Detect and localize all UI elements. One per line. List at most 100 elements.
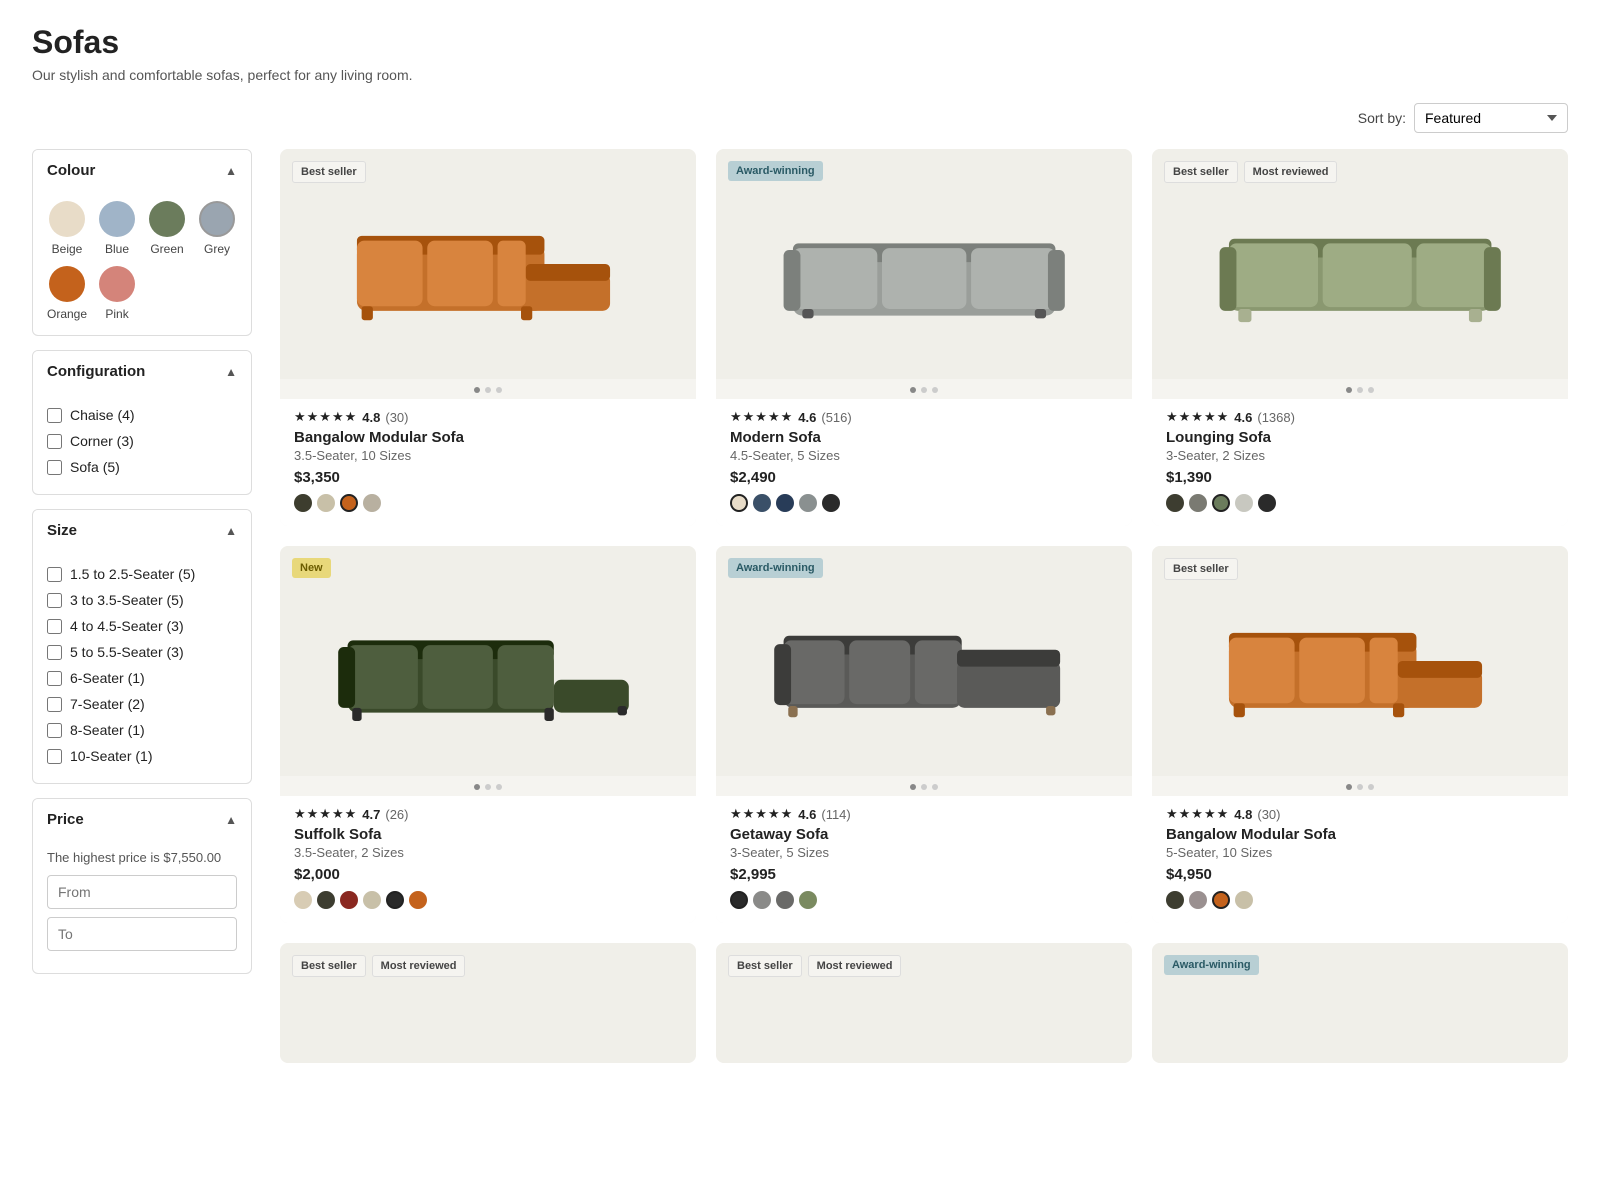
- carousel-dot-2[interactable]: [932, 784, 938, 790]
- carousel-dot-0[interactable]: [474, 784, 480, 790]
- color-option-2[interactable]: [776, 494, 794, 512]
- color-option-2[interactable]: [340, 494, 358, 512]
- badge-award: Award-winning: [728, 161, 823, 181]
- size-checkbox[interactable]: [47, 567, 62, 582]
- color-option-1[interactable]: [1189, 891, 1207, 909]
- page-header: Sofas Our stylish and comfortable sofas,…: [32, 24, 1568, 83]
- sort-select[interactable]: Featured Price: Low to High Price: High …: [1414, 103, 1568, 133]
- product-card-4[interactable]: Award-winning ★★★★★ 4.6 (114) Getaway So…: [716, 546, 1132, 923]
- color-option-3[interactable]: [363, 891, 381, 909]
- product-badge: Best seller Most reviewed: [292, 955, 465, 977]
- product-card-placeholder-2[interactable]: Best seller Most reviewed: [716, 943, 1132, 1063]
- carousel-dot-0[interactable]: [1346, 784, 1352, 790]
- carousel-dot-2[interactable]: [932, 387, 938, 393]
- color-option-0[interactable]: [294, 494, 312, 512]
- price-to-input[interactable]: [47, 917, 237, 951]
- color-option-2[interactable]: [1212, 891, 1230, 909]
- carousel-dot-1[interactable]: [485, 784, 491, 790]
- size-option[interactable]: 10-Seater (1): [47, 743, 237, 769]
- color-option-4[interactable]: [822, 494, 840, 512]
- color-option-3[interactable]: [1235, 891, 1253, 909]
- color-options-4: [730, 891, 1118, 909]
- color-option-5[interactable]: [409, 891, 427, 909]
- color-option-1[interactable]: [753, 891, 771, 909]
- color-option-0[interactable]: [730, 891, 748, 909]
- color-option-1[interactable]: [317, 494, 335, 512]
- carousel-dot-2[interactable]: [1368, 784, 1374, 790]
- carousel-dot-1[interactable]: [1357, 784, 1363, 790]
- product-card-5[interactable]: Best seller ★★★★★ 4.8 (30) Bangalow Modu…: [1152, 546, 1568, 923]
- carousel-dot-2[interactable]: [1368, 387, 1374, 393]
- price-filter-header[interactable]: Price ▲: [33, 799, 251, 840]
- size-checkbox[interactable]: [47, 723, 62, 738]
- carousel-dot-2[interactable]: [496, 387, 502, 393]
- colour-option-orange[interactable]: Orange: [47, 266, 87, 321]
- config-option[interactable]: Sofa (5): [47, 454, 237, 480]
- color-option-1[interactable]: [1189, 494, 1207, 512]
- colour-filter-header[interactable]: Colour ▲: [33, 150, 251, 191]
- carousel-dot-1[interactable]: [921, 387, 927, 393]
- price-from-input[interactable]: [47, 875, 237, 909]
- color-option-3[interactable]: [1235, 494, 1253, 512]
- color-option-0[interactable]: [1166, 891, 1184, 909]
- product-card-0[interactable]: Best seller ★★★★★ 4.8 (30) Bangalow Modu…: [280, 149, 696, 526]
- configuration-filter-header[interactable]: Configuration ▲: [33, 351, 251, 392]
- product-card-placeholder-1[interactable]: Best seller Most reviewed: [280, 943, 696, 1063]
- carousel-dot-1[interactable]: [1357, 387, 1363, 393]
- color-option-3[interactable]: [799, 891, 817, 909]
- badge-bestseller: Best seller: [728, 955, 802, 977]
- carousel-dot-0[interactable]: [910, 387, 916, 393]
- product-image-area-0: Best seller: [280, 149, 696, 379]
- carousel-dot-1[interactable]: [485, 387, 491, 393]
- carousel-dot-0[interactable]: [474, 387, 480, 393]
- color-option-1[interactable]: [317, 891, 335, 909]
- product-card-placeholder-3[interactable]: Award-winning: [1152, 943, 1568, 1063]
- size-filter-header[interactable]: Size ▲: [33, 510, 251, 551]
- config-option[interactable]: Chaise (4): [47, 402, 237, 428]
- color-option-0[interactable]: [730, 494, 748, 512]
- colour-label: Green: [150, 242, 183, 256]
- size-option[interactable]: 6-Seater (1): [47, 665, 237, 691]
- color-option-3[interactable]: [799, 494, 817, 512]
- size-option[interactable]: 1.5 to 2.5-Seater (5): [47, 561, 237, 587]
- color-option-4[interactable]: [1258, 494, 1276, 512]
- size-option[interactable]: 4 to 4.5-Seater (3): [47, 613, 237, 639]
- size-option[interactable]: 3 to 3.5-Seater (5): [47, 587, 237, 613]
- carousel-dot-0[interactable]: [1346, 387, 1352, 393]
- carousel-dot-1[interactable]: [921, 784, 927, 790]
- config-checkbox[interactable]: [47, 460, 62, 475]
- color-option-1[interactable]: [753, 494, 771, 512]
- config-checkbox[interactable]: [47, 408, 62, 423]
- size-checkbox[interactable]: [47, 645, 62, 660]
- product-card-1[interactable]: Award-winning ★★★★★ 4.6 (516) Modern Sof…: [716, 149, 1132, 526]
- colour-option-grey[interactable]: Grey: [197, 201, 237, 256]
- colour-option-beige[interactable]: Beige: [47, 201, 87, 256]
- size-option[interactable]: 5 to 5.5-Seater (3): [47, 639, 237, 665]
- color-option-2[interactable]: [776, 891, 794, 909]
- product-card-3[interactable]: New ★★★★★ 4.7 (26) Suffolk Sofa 3.5-Seat…: [280, 546, 696, 923]
- colour-option-blue[interactable]: Blue: [97, 201, 137, 256]
- size-checkbox[interactable]: [47, 697, 62, 712]
- color-option-3[interactable]: [363, 494, 381, 512]
- product-rating-0: ★★★★★ 4.8 (30): [294, 409, 682, 425]
- color-option-0[interactable]: [1166, 494, 1184, 512]
- color-option-4[interactable]: [386, 891, 404, 909]
- color-option-0[interactable]: [294, 891, 312, 909]
- size-checkbox[interactable]: [47, 593, 62, 608]
- stars-0: ★★★★★: [294, 409, 357, 425]
- color-option-2[interactable]: [1212, 494, 1230, 512]
- colour-option-green[interactable]: Green: [147, 201, 187, 256]
- size-option[interactable]: 8-Seater (1): [47, 717, 237, 743]
- config-option[interactable]: Corner (3): [47, 428, 237, 454]
- size-checkbox[interactable]: [47, 619, 62, 634]
- product-card-2[interactable]: Best sellerMost reviewed ★★★★★ 4.6 (1368…: [1152, 149, 1568, 526]
- size-checkbox[interactable]: [47, 749, 62, 764]
- color-option-2[interactable]: [340, 891, 358, 909]
- size-checkbox[interactable]: [47, 671, 62, 686]
- size-option[interactable]: 7-Seater (2): [47, 691, 237, 717]
- carousel-dot-2[interactable]: [496, 784, 502, 790]
- carousel-dot-0[interactable]: [910, 784, 916, 790]
- product-rating-5: ★★★★★ 4.8 (30): [1166, 806, 1554, 822]
- config-checkbox[interactable]: [47, 434, 62, 449]
- colour-option-pink[interactable]: Pink: [97, 266, 137, 321]
